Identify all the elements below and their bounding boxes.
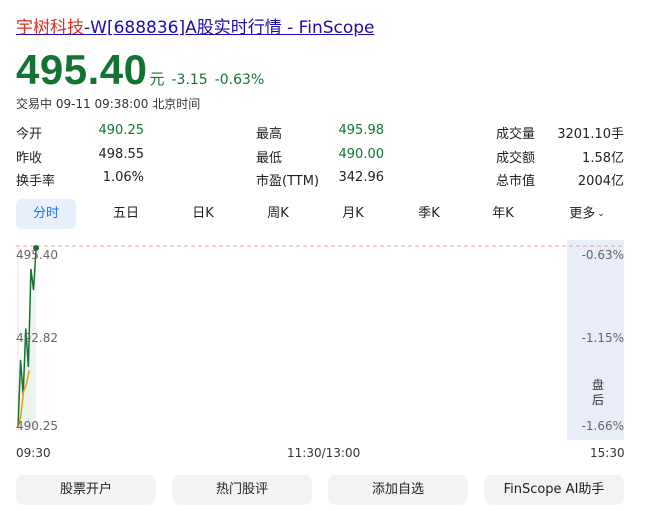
chart-period-tabs: 分时 五日 日K 周K 月K 季K 年K 更多 ⌄ (16, 199, 624, 229)
stock-name: 宇树科技 (16, 18, 84, 38)
tab-weekly-k[interactable]: 周K (248, 199, 308, 229)
stat-value: 495.98 (338, 123, 385, 138)
tab-more[interactable]: 更多 ⌄ (554, 199, 620, 229)
stat-label: 总市值 (496, 174, 536, 189)
tab-monthly-k[interactable]: 月K (323, 199, 383, 229)
intraday-chart: 495.40 492.82 490.25 -0.63% -1.15% -1.66… (16, 238, 624, 444)
x-tick: 15:30 (590, 446, 625, 460)
stat-label: 成交量 (496, 127, 536, 142)
y-tick-right: -1.15% (581, 331, 624, 345)
hot-reviews-button[interactable]: 热门股评 (172, 475, 312, 505)
title-rest: -W[688836]A股实时行情 - FinScope (84, 18, 375, 38)
stat-value: 1.06% (102, 170, 144, 185)
stat-label: 市盈(TTM) (256, 174, 320, 189)
price-unit: 元 (149, 70, 165, 88)
stat-label: 最低 (256, 151, 283, 166)
stat-value: 342.96 (338, 170, 385, 185)
y-tick-left: 492.82 (16, 331, 58, 345)
price-change-percent: -0.63% (214, 72, 265, 88)
stat-value: 1.58亿 (582, 151, 624, 166)
after-hours-label: 盘 后 (591, 378, 604, 407)
y-tick-left: 495.40 (16, 248, 58, 262)
tab-quarterly-k[interactable]: 季K (399, 199, 459, 229)
trading-status: 交易中 09-11 09:38:00 北京时间 (16, 97, 201, 111)
page-title-link[interactable]: 宇树科技-W[688836]A股实时行情 - FinScope (16, 13, 375, 38)
tab-daily-k[interactable]: 日K (173, 199, 233, 229)
price-row: 495.40 元 -3.15 -0.63% (16, 46, 264, 94)
x-tick: 09:30 (16, 446, 51, 460)
stat-label: 最高 (256, 127, 283, 142)
y-tick-left: 490.25 (16, 419, 58, 433)
open-account-button[interactable]: 股票开户 (16, 475, 156, 505)
ai-assistant-button[interactable]: FinScope AI助手 (484, 475, 624, 505)
stats-grid: 今开 490.25 最高 495.98 成交量 3201.10手 昨收 498.… (0, 118, 664, 190)
stat-value: 490.00 (338, 147, 385, 162)
add-watchlist-button[interactable]: 添加自选 (328, 475, 468, 505)
tab-yearly-k[interactable]: 年K (473, 199, 533, 229)
stat-label: 昨收 (16, 151, 43, 166)
chart-svg (16, 240, 624, 440)
stat-value: 3201.10手 (557, 127, 624, 142)
stat-label: 今开 (16, 127, 43, 142)
price-change: -3.15 (171, 72, 208, 88)
y-tick-right: -1.66% (581, 419, 624, 433)
action-buttons: 股票开户 热门股评 添加自选 FinScope AI助手 (16, 475, 624, 505)
stat-value: 490.25 (98, 123, 145, 138)
current-price: 495.40 (16, 46, 148, 93)
stat-value: 2004亿 (577, 174, 624, 189)
stat-value: 498.55 (98, 147, 145, 162)
x-tick: 11:30/13:00 (287, 446, 361, 460)
tab-intraday[interactable]: 分时 (16, 199, 76, 229)
stat-label: 换手率 (16, 174, 56, 189)
tab-more-label: 更多 (569, 206, 596, 222)
tab-five-day[interactable]: 五日 (96, 199, 156, 229)
chevron-down-icon: ⌄ (597, 209, 605, 219)
y-tick-right: -0.63% (581, 248, 624, 262)
stat-label: 成交额 (496, 151, 536, 166)
